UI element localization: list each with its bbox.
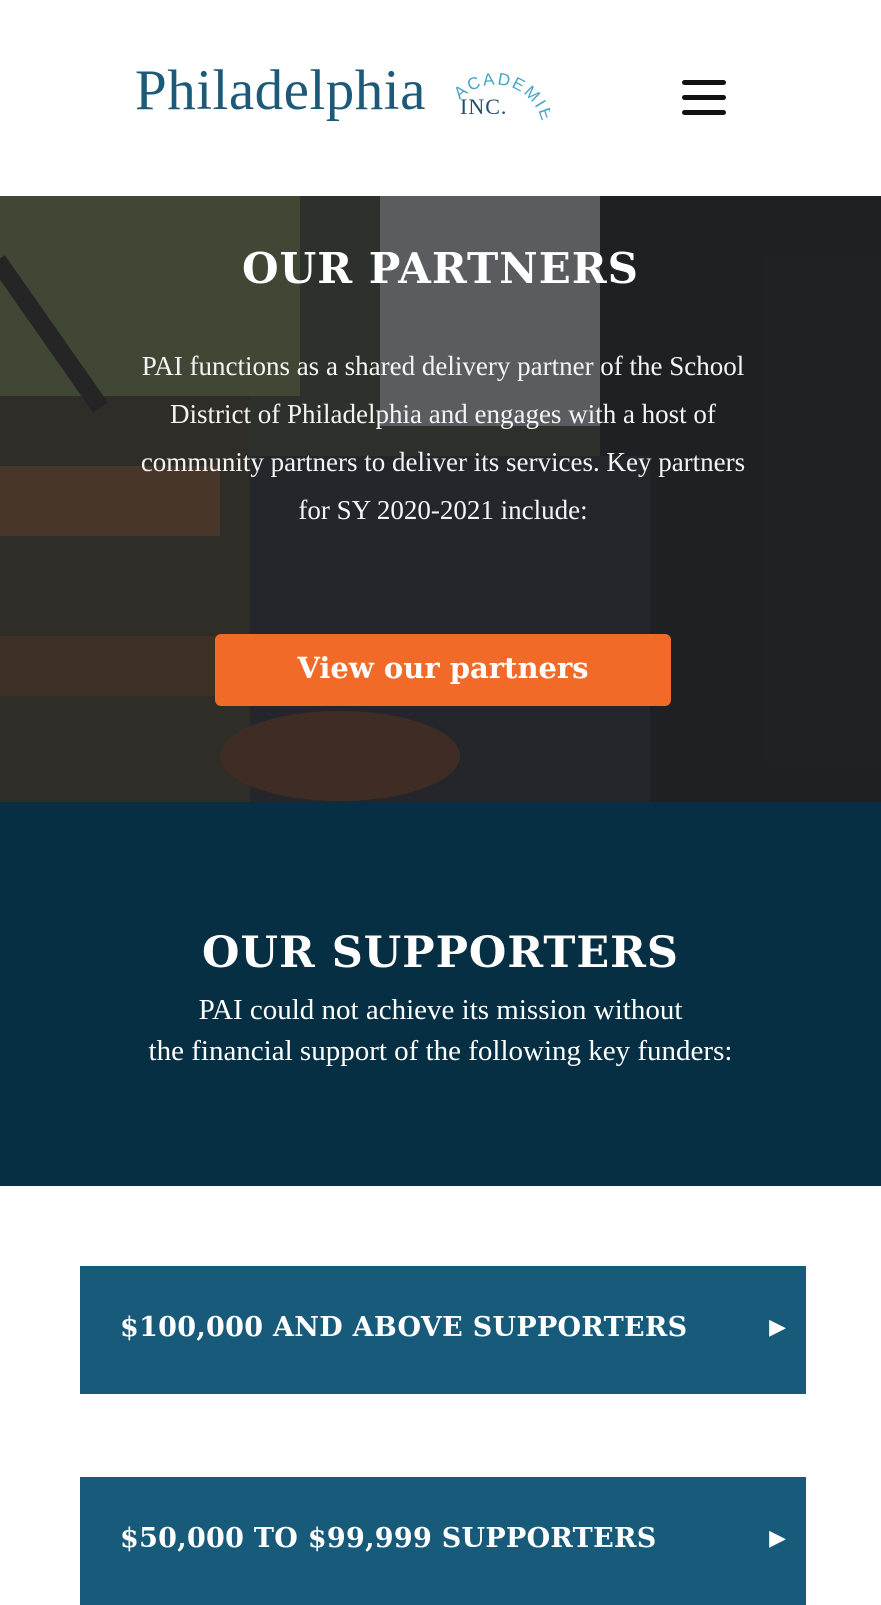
supporters-line-2: the financial support of the following k… [148, 1035, 733, 1067]
partners-hero: OUR PARTNERS PAI functions as a shared d… [0, 196, 881, 802]
arrow-right-icon: ▶ [769, 1315, 786, 1340]
supporters-title: OUR SUPPORTERS [202, 928, 679, 978]
partners-title: OUR PARTNERS [242, 244, 639, 293]
logo-wordmark: Philadelphia [135, 59, 426, 122]
view-partners-button[interactable]: View our partners [215, 634, 671, 706]
supporters-description: PAI could not achieve its mission withou… [60, 990, 821, 1072]
supporters-section: OUR SUPPORTERS PAI could not achieve its… [0, 802, 881, 1186]
accordion-100k-supporters[interactable]: $100,000 AND ABOVE SUPPORTERS ▶ [80, 1266, 806, 1394]
philadelphia-academies-logo[interactable]: Philadelphia ACADEMIES INC. [135, 40, 555, 140]
arrow-right-icon: ▶ [769, 1526, 786, 1551]
accordion-50k-supporters[interactable]: $50,000 TO $99,999 SUPPORTERS ▶ [80, 1477, 806, 1605]
accordion-label: $100,000 AND ABOVE SUPPORTERS [120, 1312, 688, 1343]
logo-inc: INC. [460, 94, 508, 119]
supporters-line-1: PAI could not achieve its mission withou… [198, 994, 683, 1026]
accordion-label: $50,000 TO $99,999 SUPPORTERS [120, 1523, 657, 1554]
site-header: Philadelphia ACADEMIES INC. [0, 0, 881, 196]
partners-description: PAI functions as a shared delivery partn… [140, 351, 746, 525]
hamburger-menu-icon[interactable] [678, 78, 730, 118]
